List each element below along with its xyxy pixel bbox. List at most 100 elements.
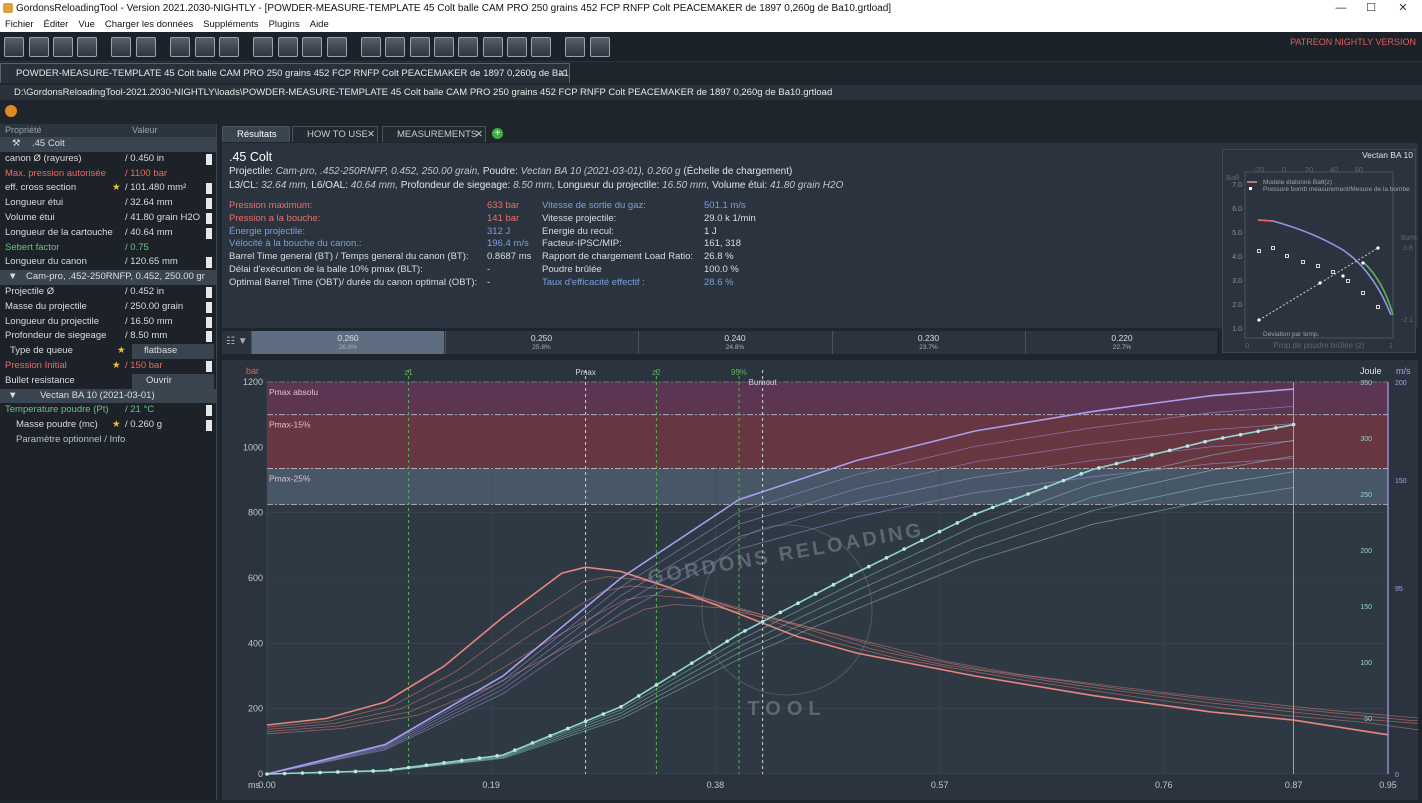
pdf-icon[interactable]	[170, 37, 190, 57]
prop-row[interactable]: Longueur de la cartouche / 40.64 mm	[0, 226, 216, 241]
close-tab-icon[interactable]: ✕	[558, 64, 566, 83]
save-icon[interactable]	[111, 37, 131, 57]
spin-control[interactable]	[206, 257, 212, 269]
add-tab-icon[interactable]: +	[492, 128, 503, 139]
prop-value[interactable]: / 41.80 grain H2O	[125, 211, 200, 226]
prop-value[interactable]: / 250.00 grain	[125, 300, 183, 315]
ladder-cell[interactable]: 0.220 22.7%	[1025, 331, 1218, 354]
projectile-icon[interactable]	[278, 37, 298, 57]
prop-value[interactable]: / 32.64 mm	[125, 196, 173, 211]
prop-value[interactable]: / 0.452 in	[125, 285, 164, 300]
optional-param-label[interactable]: Paramètre optionnel / Info	[16, 433, 125, 448]
prop-row[interactable]: Type de queue ★ flatbase	[0, 344, 216, 359]
prop-value[interactable]: / 101.480 mm²	[125, 181, 186, 196]
menu-editer[interactable]: Éditer	[44, 17, 69, 32]
open-button[interactable]: Ouvrir	[132, 373, 214, 389]
prop-row[interactable]: Sebert factor / 0.75	[0, 241, 216, 256]
new-file-icon[interactable]	[4, 37, 24, 57]
menu-plugins[interactable]: Plugins	[269, 17, 300, 32]
save-as-icon[interactable]	[136, 37, 156, 57]
spin-control[interactable]	[206, 212, 212, 224]
close-tab-icon[interactable]: ✕	[367, 127, 375, 143]
prop-value[interactable]: / 0.260 g	[125, 418, 162, 433]
prop-value[interactable]: / 120.65 mm	[125, 255, 178, 270]
ladder-cell[interactable]: 0.260 26.8%	[251, 331, 444, 354]
wrench-icon[interactable]: ⚒	[12, 137, 21, 152]
prop-value[interactable]: / 0.75	[125, 241, 149, 256]
target-icon[interactable]	[410, 37, 430, 57]
prop-row[interactable]: Longueur étui / 32.64 mm	[0, 196, 216, 211]
group-projectile[interactable]: ▼ Cam-pro, .452-250RNFP, 0.452, 250.00 gr	[0, 270, 216, 285]
spin-control[interactable]	[206, 286, 212, 298]
collapse-icon[interactable]: ▼	[8, 270, 17, 285]
rifle-icon[interactable]	[434, 37, 454, 57]
prop-value[interactable]: / 40.64 mm	[125, 226, 173, 241]
document-tab[interactable]: POWDER-MEASURE-TEMPLATE 45 Colt balle CA…	[0, 63, 570, 83]
case-icon[interactable]	[302, 37, 322, 57]
powder-icon[interactable]	[327, 37, 347, 57]
measure-icon[interactable]	[195, 37, 215, 57]
report-icon[interactable]	[219, 37, 239, 57]
prop-row[interactable]: Profondeur de siegeage / 8.50 mm	[0, 329, 216, 344]
close-tab-icon[interactable]: ✕	[475, 127, 483, 143]
open-template-icon[interactable]	[53, 37, 73, 57]
prop-value[interactable]: / 8.50 mm	[125, 329, 167, 344]
prop-row[interactable]: Pression Initial ★ / 150 bar	[0, 359, 216, 374]
menu-fichier[interactable]: Fichier	[5, 17, 34, 32]
grid-icon[interactable]	[385, 37, 405, 57]
spin-control[interactable]	[206, 316, 212, 328]
spin-control[interactable]	[206, 405, 212, 417]
cylinder-icon[interactable]	[458, 37, 478, 57]
tail-type-select[interactable]: flatbase	[132, 344, 214, 359]
prop-value[interactable]: / 150 bar	[125, 359, 163, 374]
ladder-menu-icon[interactable]: ☷ ▼	[226, 336, 248, 347]
prop-row[interactable]: Volume étui / 41.80 grain H2O	[0, 211, 216, 226]
prop-row[interactable]: Longueur du projectile / 16.50 mm	[0, 315, 216, 330]
prop-row[interactable]: Longueur du canon / 120.65 mm	[0, 255, 216, 270]
maximize-icon[interactable]: ☐	[1356, 0, 1386, 17]
prop-row[interactable]: Masse du projectile / 250.00 grain	[0, 300, 216, 315]
fire-icon[interactable]	[5, 105, 17, 117]
spin-control[interactable]	[206, 227, 212, 239]
settings-icon[interactable]	[565, 37, 585, 57]
ladder-cell[interactable]: 0.230 23.7%	[831, 331, 1025, 354]
prop-value[interactable]: / 1100 bar	[125, 167, 167, 182]
prop-row[interactable]: canon Ø (rayures) / 0.450 in	[0, 152, 216, 167]
prop-row[interactable]: Masse poudre (mc) ★ / 0.260 g	[0, 418, 216, 433]
compare-icon[interactable]	[531, 37, 551, 57]
spin-control[interactable]	[206, 420, 212, 432]
display-icon[interactable]	[590, 37, 610, 57]
menu-vue[interactable]: Vue	[78, 17, 95, 32]
timer-icon[interactable]	[483, 37, 503, 57]
caliber-icon[interactable]	[253, 37, 273, 57]
prop-value[interactable]: / 21 °C	[125, 403, 154, 418]
prop-row[interactable]: Max. pression autorisée / 1100 bar	[0, 167, 216, 182]
group-powder[interactable]: ▼ Vectan BA 10 (2021-03-01)	[0, 388, 216, 404]
spin-control[interactable]	[206, 183, 212, 195]
minimize-icon[interactable]: —	[1326, 0, 1356, 17]
group-caliber[interactable]: ⚒ .45 Colt	[0, 137, 216, 152]
optimize-icon[interactable]	[361, 37, 381, 57]
reload-icon[interactable]	[77, 37, 97, 57]
spin-control[interactable]	[206, 360, 212, 372]
tab-resultats[interactable]: Résultats	[222, 126, 290, 142]
tab-how-to-use[interactable]: HOW TO USE ✕	[292, 126, 378, 142]
spin-control[interactable]	[206, 331, 212, 343]
spin-control[interactable]	[206, 153, 212, 165]
menu-aide[interactable]: Aide	[310, 17, 329, 32]
tab-measurements[interactable]: MEASUREMENTS ✕	[382, 126, 486, 142]
prop-row[interactable]: Projectile Ø / 0.452 in	[0, 285, 216, 300]
ladder-cell[interactable]: 0.250 25.8%	[444, 331, 638, 354]
menu-supplements[interactable]: Suppléments	[203, 17, 258, 32]
chart-tool-icon[interactable]	[507, 37, 527, 57]
prop-row[interactable]: Paramètre optionnel / Info	[0, 433, 216, 448]
close-icon[interactable]: ✕	[1388, 0, 1418, 17]
prop-row[interactable]: eff. cross section ★ / 101.480 mm²	[0, 181, 216, 196]
prop-row[interactable]: Bullet resistance Ouvrir	[0, 373, 216, 389]
open-icon[interactable]	[29, 37, 49, 57]
collapse-icon[interactable]: ▼	[8, 389, 17, 404]
menu-charger[interactable]: Charger les données	[105, 17, 193, 32]
spin-control[interactable]	[206, 198, 212, 210]
ladder-cell[interactable]: 0.240 24.8%	[638, 331, 831, 354]
prop-value[interactable]: / 0.450 in	[125, 152, 164, 167]
